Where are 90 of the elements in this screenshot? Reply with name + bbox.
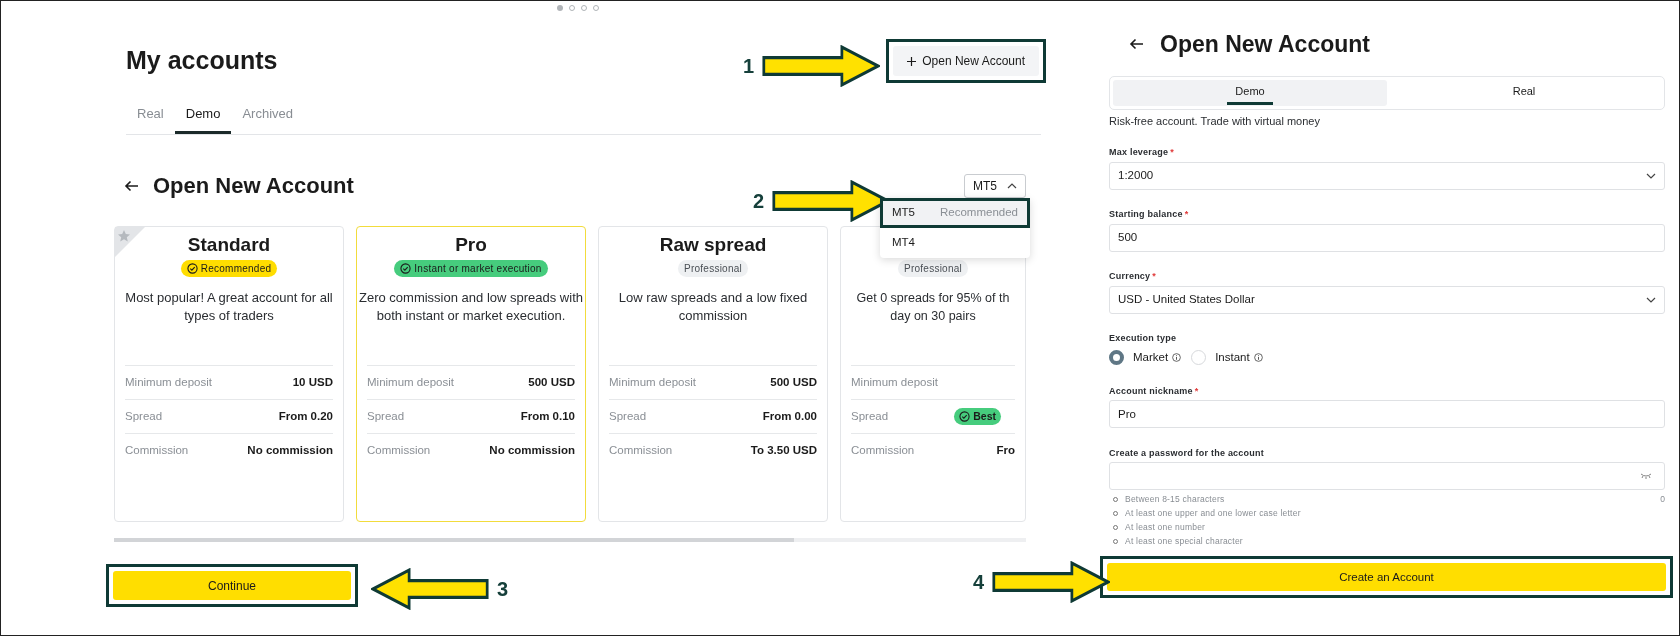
account-tab[interactable]: Demo xyxy=(174,97,232,134)
field-label: Max leverage xyxy=(1109,146,1169,160)
row-value: To 3.50 USD xyxy=(750,442,817,458)
continue-button[interactable]: Continue xyxy=(113,571,351,600)
row-value: Fro xyxy=(996,442,1015,458)
password-rule: At least one special character xyxy=(1125,534,1243,548)
mode-tab[interactable]: Demo xyxy=(1113,79,1387,106)
chevron-down-icon xyxy=(1646,297,1656,303)
row-value: No commission xyxy=(489,442,575,458)
card-description: Get 0 spreads for 95% of th day on 30 pairs xyxy=(856,290,1010,325)
password-field[interactable] xyxy=(1109,462,1665,491)
scrollbar-thumb[interactable] xyxy=(114,538,794,542)
row-label: Commission xyxy=(609,442,673,458)
form-title: Open New Account xyxy=(1160,30,1370,59)
input-field[interactable]: Pro xyxy=(1109,400,1665,429)
create-account-button[interactable]: Create an Account xyxy=(1107,563,1666,592)
row-label: Commission xyxy=(125,442,189,458)
eye-closed-icon[interactable] xyxy=(1640,473,1652,480)
platform-select[interactable]: MT5 xyxy=(964,173,1026,198)
row-value: From 0.20 xyxy=(278,408,333,424)
row-value: From 0.10 xyxy=(520,408,575,424)
required-mark: * xyxy=(1152,270,1157,284)
radio-button[interactable] xyxy=(1109,350,1124,366)
row-label: Minimum deposit xyxy=(851,374,938,390)
card-badge: Professional xyxy=(678,260,748,277)
chevron-up-icon xyxy=(1007,182,1017,189)
open-new-account-button[interactable]: Open New Account xyxy=(893,46,1039,76)
chevron-down-icon xyxy=(1646,173,1656,179)
back-arrow-icon[interactable] xyxy=(124,179,139,192)
field-label: Starting balance xyxy=(1109,208,1183,222)
card-badge: Instant or market execution xyxy=(394,260,548,277)
account-card[interactable]: Standard Recommended Most popular! A great account for all types of traders Minimum deposit 10 USD Spread From 0.20 Commission No commission xyxy=(114,226,344,522)
field-label: Create a password for the account xyxy=(1109,446,1264,460)
row-label: Minimum deposit xyxy=(609,374,696,390)
row-value: From 0.00 xyxy=(762,408,817,424)
mode-tab[interactable]: Real xyxy=(1387,79,1661,106)
check-circle-icon xyxy=(400,263,412,274)
row-label: Commission xyxy=(367,442,431,458)
row-value: 10 USD xyxy=(292,374,333,390)
field-label: Execution type xyxy=(1109,332,1177,346)
row-label: Minimum deposit xyxy=(125,374,212,390)
required-mark: * xyxy=(1184,208,1189,222)
row-label: Spread xyxy=(609,408,647,424)
required-mark: * xyxy=(1170,146,1174,160)
password-rule: At least one number xyxy=(1125,520,1206,534)
field-label: Currency xyxy=(1109,270,1151,284)
section-title: Open New Account xyxy=(153,172,354,200)
row-label: Spread xyxy=(125,408,163,424)
row-label: Commission xyxy=(851,442,915,458)
check-circle-icon xyxy=(186,263,198,274)
row-value: 500 USD xyxy=(528,374,575,390)
platform-option[interactable]: MT5 Recommended xyxy=(880,197,1030,228)
account-card[interactable]: Raw spread Professional Low raw spreads and a low fixed commission Minimum deposit 500 USD Spread From 0.00 Commission To 3.50 USD xyxy=(598,226,828,522)
plus-icon xyxy=(907,56,917,66)
mode-hint: Risk-free account. Trade with virtual money xyxy=(1109,113,1321,129)
card-badge: Professional xyxy=(898,260,968,277)
callout-number: 4 xyxy=(973,570,985,595)
check-circle-icon xyxy=(959,411,971,422)
callout-number: 3 xyxy=(497,577,509,602)
row-value: No commission xyxy=(247,442,333,458)
field-label: Account nickname xyxy=(1109,384,1193,398)
callout-number: 1 xyxy=(743,54,755,79)
select-field[interactable]: USD - United States Dollar xyxy=(1109,286,1665,314)
row-value: 500 USD xyxy=(770,374,817,390)
input-field[interactable]: 500 xyxy=(1109,224,1665,252)
page-title: My accounts xyxy=(126,45,278,77)
password-rule: Between 8-15 characters xyxy=(1125,492,1225,506)
horizontal-scrollbar[interactable] xyxy=(114,538,1026,542)
card-title: Standard xyxy=(187,232,271,257)
password-rule: At least one upper and one lower case letter xyxy=(1125,506,1301,520)
best-badge: Best xyxy=(954,407,1001,426)
radio-label: Instant xyxy=(1215,350,1250,365)
card-badge: Recommended xyxy=(180,260,278,277)
card-description: Low raw spreads and a low fixed commission xyxy=(618,289,808,325)
callout-number: 2 xyxy=(753,189,765,214)
row-label: Spread xyxy=(367,408,405,424)
back-arrow-icon[interactable] xyxy=(1129,38,1144,51)
required-mark: * xyxy=(1194,384,1199,398)
card-description: Most popular! A great account for all types of traders xyxy=(125,289,333,325)
radio-label: Market xyxy=(1133,350,1169,365)
info-icon[interactable] xyxy=(1253,353,1263,363)
account-card[interactable]: Pro Instant or market execution Zero commission and low spreads with both instant or market execution. Minimum deposit 500 USD Spread From 0.10 Commission No commission xyxy=(356,226,586,522)
row-label: Minimum deposit xyxy=(367,374,454,390)
card-title: Pro xyxy=(455,232,487,257)
card-title: Raw spread xyxy=(659,232,767,257)
select-field[interactable]: 1:2000 xyxy=(1109,162,1665,190)
card-description: Zero commission and low spreads with both instant or market execution. xyxy=(359,289,583,325)
character-counter: 0 xyxy=(1660,493,1665,507)
info-icon[interactable] xyxy=(1172,353,1182,363)
row-label: Spread xyxy=(851,408,889,424)
